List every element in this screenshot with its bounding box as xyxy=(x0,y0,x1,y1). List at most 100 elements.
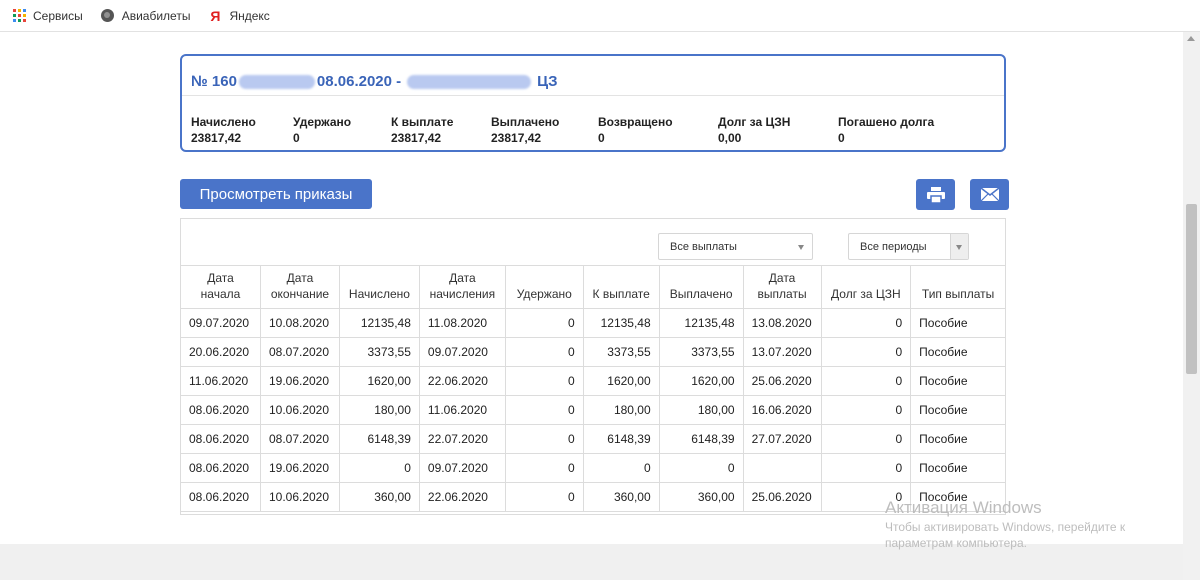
table-cell: 12135,48 xyxy=(338,308,420,338)
stat-label: К выплате xyxy=(391,115,454,129)
email-button[interactable] xyxy=(970,179,1009,210)
bookmark-services[interactable]: Сервисы xyxy=(12,9,83,23)
column-header[interactable]: Дата выплаты xyxy=(742,265,822,309)
table-cell: 360,00 xyxy=(658,482,744,512)
chevron-down-icon xyxy=(798,245,804,250)
yandex-icon: Я xyxy=(210,7,221,24)
bookmark-yandex[interactable]: Я Яндекс xyxy=(208,7,270,24)
stats-row: Начислено 23817,42 Удержано 0 К выплате … xyxy=(182,96,1004,152)
title-suffix: ЦЗ xyxy=(537,73,558,90)
scroll-thumb[interactable] xyxy=(1186,204,1197,374)
scroll-up-arrow-icon[interactable] xyxy=(1187,36,1195,41)
stat-withheld: Удержано 0 xyxy=(293,115,351,145)
stat-value: 0 xyxy=(598,131,605,145)
table-cell: 08.06.2020 xyxy=(180,395,261,425)
table-cell: 6148,39 xyxy=(338,424,420,454)
table-cell: 27.07.2020 xyxy=(742,424,822,454)
column-header[interactable]: Начислено xyxy=(338,265,420,309)
table-cell: 10.08.2020 xyxy=(259,308,340,338)
stat-label: Начислено xyxy=(191,115,256,129)
table-cell: 0 xyxy=(504,424,584,454)
table-cell: 13.08.2020 xyxy=(742,308,822,338)
table-cell: 0 xyxy=(820,366,912,396)
column-header[interactable]: Удержано xyxy=(504,265,584,309)
table-cell: 16.06.2020 xyxy=(742,395,822,425)
vertical-scrollbar[interactable] xyxy=(1183,32,1200,580)
table-cell: 0 xyxy=(582,453,660,483)
bookmarks-bar: Сервисы Авиабилеты Я Яндекс xyxy=(0,0,1200,32)
table-cell: 0 xyxy=(658,453,744,483)
view-orders-button[interactable]: Просмотреть приказы xyxy=(180,179,372,209)
payments-filter-select[interactable]: Все выплаты xyxy=(658,233,813,260)
table-cell: Пособие xyxy=(910,395,1006,425)
bookmark-label: Яндекс xyxy=(229,8,270,23)
table-cell: 360,00 xyxy=(582,482,660,512)
table-cell: 3373,55 xyxy=(338,337,420,367)
table-cell: 12135,48 xyxy=(658,308,744,338)
table-cell: 08.06.2020 xyxy=(180,424,261,454)
table-cell: 1620,00 xyxy=(658,366,744,396)
print-button[interactable] xyxy=(916,179,955,210)
column-header[interactable]: Дата начала xyxy=(180,265,261,309)
table-cell: 19.06.2020 xyxy=(259,453,340,483)
stat-accrued: Начислено 23817,42 xyxy=(191,115,256,145)
column-header[interactable]: Дата окончание xyxy=(259,265,340,309)
chevron-down-icon xyxy=(956,245,962,250)
table-row: 08.06.2020 10.06.2020 180,00 11.06.2020 0 180… xyxy=(180,395,1006,425)
table-cell: 25.06.2020 xyxy=(742,482,822,512)
filters-row: Все выплаты Все периоды xyxy=(181,219,1005,265)
table-cell: 0 xyxy=(504,482,584,512)
table-row: 11.06.2020 19.06.2020 1620,00 22.06.2020 0 16… xyxy=(180,366,1006,396)
periods-filter-select[interactable]: Все периоды xyxy=(848,233,969,260)
title-middle: 08.06.2020 - xyxy=(316,73,402,90)
column-header[interactable]: К выплате xyxy=(582,265,660,309)
table-cell: Пособие xyxy=(910,366,1006,396)
stat-label: Погашено долга xyxy=(838,115,935,129)
stat-paid: Выплачено 23817,42 xyxy=(491,115,559,145)
table-cell: 10.06.2020 xyxy=(259,482,340,512)
watermark-line: Чтобы активировать Windows, перейдите к xyxy=(885,520,1126,534)
stat-label: Выплачено xyxy=(491,115,560,129)
table-cell: 09.07.2020 xyxy=(418,453,506,483)
table-cell: 09.07.2020 xyxy=(418,337,506,367)
table-cell: 360,00 xyxy=(338,482,420,512)
table-cell: Пособие xyxy=(910,453,1006,483)
table-cell: 11.06.2020 xyxy=(418,395,506,425)
stat-label: Долг за ЦЗН xyxy=(718,115,791,129)
column-header[interactable]: Тип выплаты xyxy=(910,265,1006,309)
bookmark-label: Сервисы xyxy=(33,8,83,23)
table-cell: 180,00 xyxy=(338,395,420,425)
column-header[interactable]: Выплачено xyxy=(658,265,744,309)
redacted-name xyxy=(407,74,532,89)
column-header[interactable]: Дата начисления xyxy=(418,265,506,309)
table-cell: 25.06.2020 xyxy=(742,366,822,396)
bookmark-flights[interactable]: Авиабилеты xyxy=(101,9,190,23)
redacted-number xyxy=(238,74,315,89)
column-header[interactable]: Долг за ЦЗН xyxy=(820,265,912,309)
table-cell: 0 xyxy=(820,395,912,425)
envelope-icon xyxy=(980,188,999,201)
table-cell: 11.06.2020 xyxy=(180,366,261,396)
table-cell: 22.07.2020 xyxy=(418,424,506,454)
watermark-title: Активация Windows xyxy=(885,498,1042,517)
table-cell: Пособие xyxy=(910,337,1006,367)
table-row: 08.06.2020 10.06.2020 360,00 22.06.2020 0 360… xyxy=(180,482,1006,512)
stat-value: 23817,42 xyxy=(391,131,442,145)
windows-activation-watermark: Активация Windows Чтобы активировать Win… xyxy=(885,498,1125,550)
table-cell: 13.07.2020 xyxy=(742,337,822,367)
table-cell: 20.06.2020 xyxy=(180,337,261,367)
summary-card: № 160 08.06.2020 - ЦЗ Начислено 23817,42… xyxy=(180,54,1006,152)
payments-panel: Все выплаты Все периоды Дата начала Дата… xyxy=(180,218,1006,515)
table-cell: 3373,55 xyxy=(658,337,744,367)
table-cell: 1620,00 xyxy=(338,366,420,396)
title-prefix: № 160 xyxy=(191,73,237,90)
table-row: 08.06.2020 19.06.2020 0 09.07.2020 0 0 0 0 Пособ… xyxy=(180,453,1006,483)
card-title: № 160 08.06.2020 - ЦЗ xyxy=(182,56,1004,96)
table-cell: 0 xyxy=(504,366,584,396)
table-cell: 3373,55 xyxy=(582,337,660,367)
table-cell: Пособие xyxy=(910,308,1006,338)
table-cell: 0 xyxy=(504,453,584,483)
table-cell: 0 xyxy=(504,337,584,367)
stat-label: Удержано xyxy=(293,115,352,129)
table-cell: 11.08.2020 xyxy=(418,308,506,338)
